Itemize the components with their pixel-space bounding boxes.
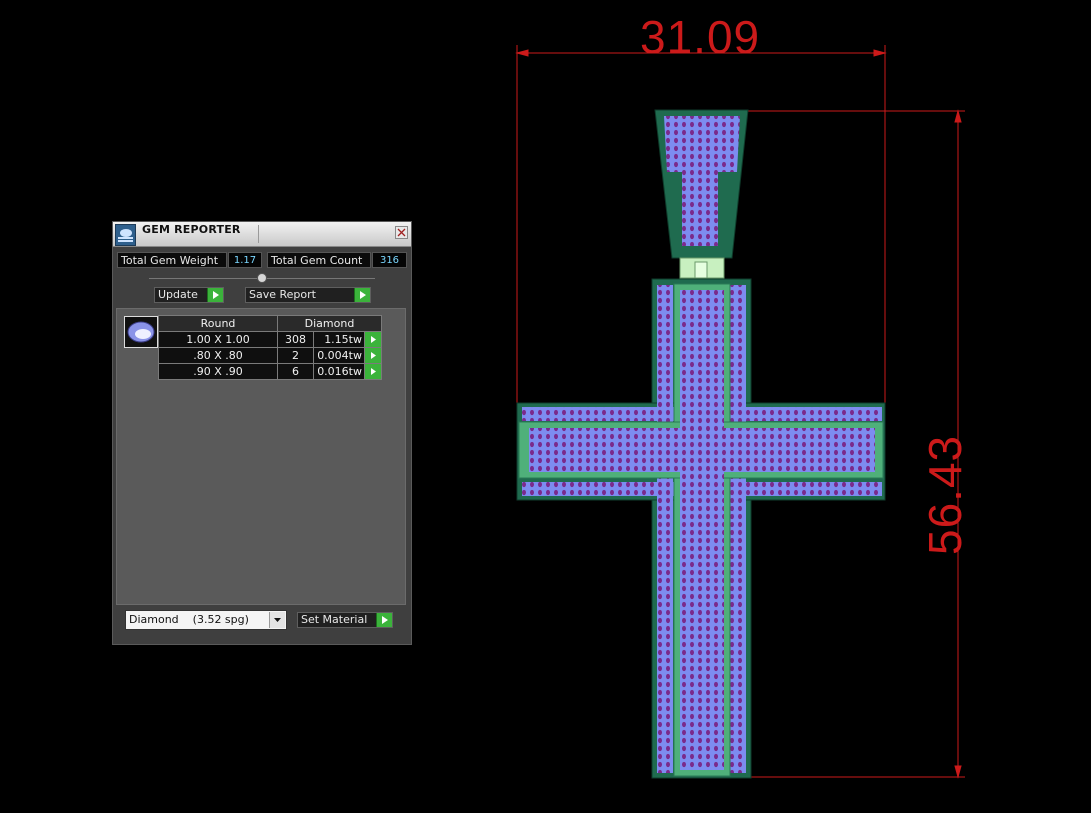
shape-header: Round (158, 315, 278, 332)
cad-viewport[interactable]: 31.09 56.43 GEM REPORTER Total Gem Weigh… (0, 0, 1091, 813)
table-row[interactable]: .80 X .80 2 0.004tw (158, 347, 382, 364)
set-material-button[interactable]: Set Material (297, 612, 393, 628)
play-arrow-icon (371, 336, 376, 343)
select-row-button[interactable] (364, 347, 382, 364)
gem-table-header: Round Diamond (158, 315, 382, 332)
material-dropdown[interactable]: Diamond (3.52 spg) (125, 610, 287, 630)
set-material-label: Set Material (301, 613, 368, 626)
total-gem-weight-value: 1.17 (228, 252, 262, 268)
cross-body (516, 278, 886, 779)
bail (654, 109, 749, 279)
select-row-button[interactable] (364, 331, 382, 348)
panel-titlebar[interactable]: GEM REPORTER (113, 222, 411, 247)
save-report-label: Save Report (249, 288, 316, 301)
table-row[interactable]: .90 X .90 6 0.016tw (158, 363, 382, 380)
update-label: Update (158, 288, 198, 301)
play-arrow-icon (354, 288, 370, 302)
close-icon (397, 228, 406, 237)
material-selected: Diamond (3.52 spg) (129, 613, 249, 626)
play-arrow-icon (376, 613, 392, 627)
gem-weight: 0.016tw (313, 363, 365, 380)
total-gem-count-label: Total Gem Count (267, 252, 371, 268)
width-dimension-label: 31.09 (640, 11, 761, 63)
height-dimension-label: 56.43 (919, 434, 971, 555)
play-arrow-icon (371, 352, 376, 359)
gem-reporter-icon (115, 224, 136, 246)
gem-size: 1.00 X 1.00 (158, 331, 278, 348)
close-button[interactable] (395, 226, 408, 239)
update-button[interactable]: Update (154, 287, 224, 303)
splitter-handle[interactable] (257, 273, 267, 283)
gem-size: .80 X .80 (158, 347, 278, 364)
gem-count: 6 (277, 363, 314, 380)
total-gem-count-value: 316 (372, 252, 407, 268)
gem-list-area[interactable]: Round Diamond 1.00 X 1.00 308 1.15tw .80… (116, 308, 406, 605)
material-header: Diamond (277, 315, 382, 332)
round-gem-icon[interactable] (124, 316, 158, 348)
gem-table: Round Diamond 1.00 X 1.00 308 1.15tw .80… (158, 315, 382, 380)
play-arrow-icon (371, 368, 376, 375)
gem-count: 2 (277, 347, 314, 364)
title-divider (258, 225, 259, 243)
gem-size: .90 X .90 (158, 363, 278, 380)
play-arrow-icon (207, 288, 223, 302)
gem-weight: 1.15tw (313, 331, 365, 348)
gem-reporter-panel: GEM REPORTER Total Gem Weight 1.17 Total… (112, 221, 412, 645)
gem-count: 308 (277, 331, 314, 348)
panel-title: GEM REPORTER (142, 223, 241, 236)
total-gem-weight-label: Total Gem Weight (117, 252, 227, 268)
select-row-button[interactable] (364, 363, 382, 380)
gem-weight: 0.004tw (313, 347, 365, 364)
save-report-button[interactable]: Save Report (245, 287, 371, 303)
chevron-down-icon[interactable] (269, 612, 285, 628)
table-row[interactable]: 1.00 X 1.00 308 1.15tw (158, 331, 382, 348)
